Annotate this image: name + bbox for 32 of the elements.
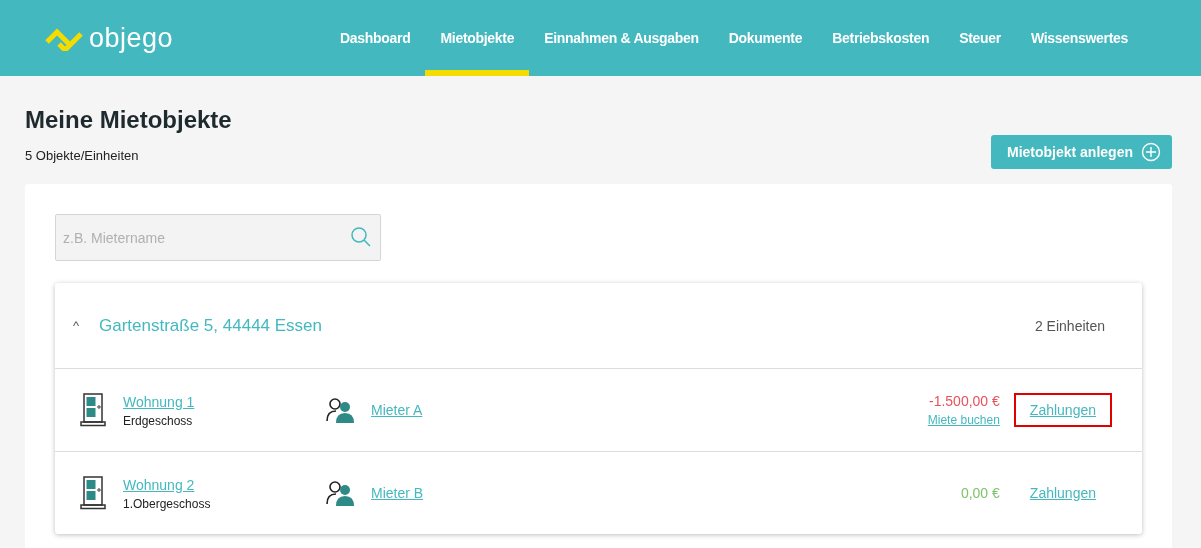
tenant-link[interactable]: Mieter A bbox=[371, 402, 928, 418]
plus-circle-icon bbox=[1141, 142, 1161, 162]
door-icon bbox=[80, 393, 106, 427]
balance-amount: 0,00 € bbox=[960, 485, 1000, 501]
nav-tab[interactable]: Dashboard bbox=[325, 0, 426, 76]
tenants-icon bbox=[326, 480, 354, 506]
tenant-link[interactable]: Mieter B bbox=[371, 485, 961, 501]
book-rent-link[interactable]: Miete buchen bbox=[927, 413, 1000, 427]
nav-tab[interactable]: Betriebskosten bbox=[817, 0, 945, 76]
logo-text[interactable]: objego bbox=[89, 22, 174, 54]
page-title: Meine Mietobjekte bbox=[25, 106, 232, 134]
unit-link[interactable]: Wohnung 2 bbox=[123, 476, 195, 493]
search-field[interactable]: z.B. Mietername bbox=[55, 214, 381, 261]
unit-link[interactable]: Wohnung 1 bbox=[123, 393, 195, 410]
nav-tab[interactable]: Einnahmen & Ausgaben bbox=[529, 0, 714, 76]
unit-count: 2 Einheiten bbox=[1034, 317, 1105, 334]
object-count: 5 Objekte/Einheiten bbox=[25, 148, 140, 163]
balance-amount: -1.500,00 € bbox=[929, 393, 1000, 409]
nav-tab[interactable]: Steuer bbox=[944, 0, 1016, 76]
floor-label: 1.Obergeschoss bbox=[123, 496, 212, 511]
property-address[interactable]: Gartenstraße 5, 44444 Essen bbox=[99, 315, 1035, 336]
door-icon bbox=[80, 476, 106, 510]
nav-tab[interactable]: Mietobjekte bbox=[425, 0, 530, 76]
collapse-toggle[interactable]: ^ bbox=[73, 318, 99, 333]
nav-tab[interactable]: Wissenswertes bbox=[1015, 0, 1144, 76]
floor-label: Erdgeschoss bbox=[123, 413, 194, 428]
nav-tab[interactable]: Dokumente bbox=[713, 0, 818, 76]
search-icon bbox=[350, 226, 372, 248]
tenants-icon bbox=[326, 397, 354, 423]
payments-link[interactable]: Zahlungen bbox=[1013, 393, 1112, 427]
add-property-button[interactable]: Mietobjekt anlegen bbox=[990, 135, 1172, 169]
payments-link[interactable]: Zahlungen bbox=[1013, 476, 1112, 510]
